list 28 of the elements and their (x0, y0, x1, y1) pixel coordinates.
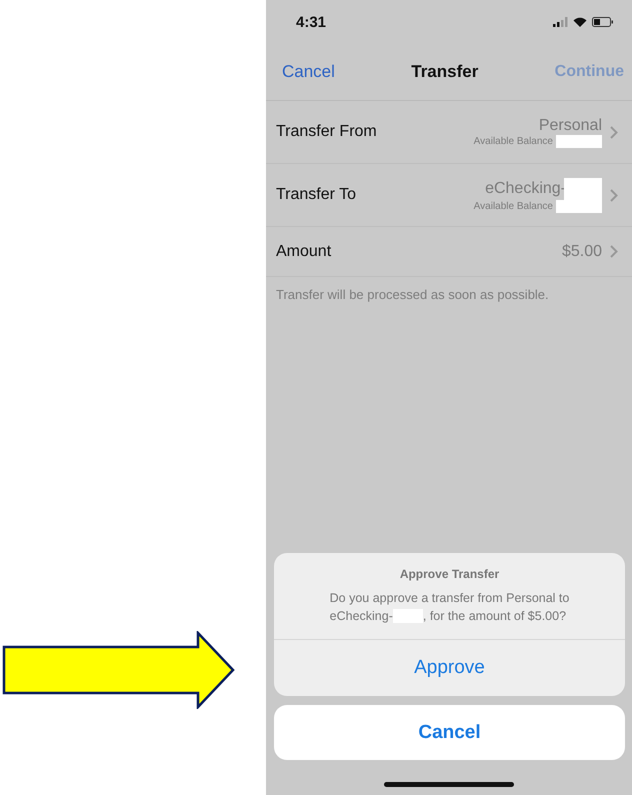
redaction-box (556, 134, 602, 148)
row-label: Transfer From (276, 123, 377, 141)
chevron-icon (610, 245, 618, 258)
status-time: 4:31 (296, 14, 326, 30)
row-label: Amount (276, 242, 332, 260)
battery-icon (592, 17, 614, 27)
chevron-icon (610, 188, 618, 202)
alert-title: Approve Transfer (400, 566, 500, 581)
alert-message: , for the amount of $5.00? (422, 608, 566, 625)
cancel-button[interactable]: Cancel (274, 705, 625, 760)
screen-title: Transfer (411, 62, 478, 82)
account-name: Personal (538, 116, 602, 134)
amount-value: $5.00 (562, 242, 602, 260)
account-name: eChecking- (485, 180, 566, 198)
list-row[interactable]: Amount $5.00 (266, 227, 632, 277)
wifi-icon (573, 17, 587, 27)
list-row[interactable]: Transfer From Personal Available Balance (266, 101, 632, 164)
alert-message: Do you approve a transfer from Personal to (330, 590, 570, 607)
signal-icon (553, 17, 568, 27)
row-label: Transfer To (276, 186, 356, 204)
cancel-button[interactable]: Cancel (282, 62, 335, 82)
chevron-icon (610, 126, 618, 138)
balance-label: Available Balance (474, 200, 553, 212)
alert-message: eChecking- (330, 608, 393, 625)
footer-note: Transfer will be processed as soon as possible. (275, 286, 550, 304)
approve-button[interactable]: Approve (274, 640, 625, 696)
list-row[interactable]: Transfer To eChecking- Available Balance (266, 164, 632, 227)
balance-label: Available Balance (474, 136, 553, 146)
